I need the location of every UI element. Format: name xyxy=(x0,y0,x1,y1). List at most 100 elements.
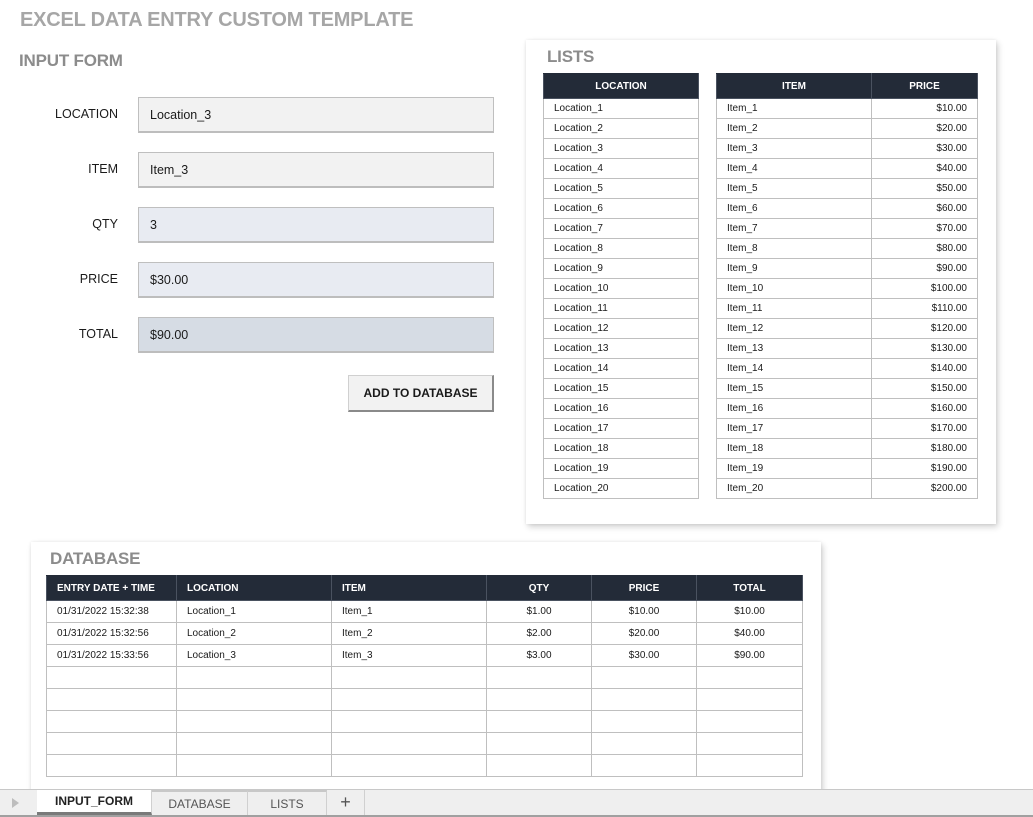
item-cell[interactable]: Item_2 xyxy=(716,118,872,139)
location-cell[interactable]: Location_4 xyxy=(543,158,699,179)
price-cell[interactable]: $20.00 xyxy=(591,622,697,645)
location-cell[interactable]: Location_20 xyxy=(543,478,699,499)
location-cell[interactable]: Location_2 xyxy=(176,622,332,645)
item-cell[interactable]: Item_12 xyxy=(716,318,872,339)
tab-lists[interactable]: LISTS xyxy=(248,790,327,815)
price-cell[interactable]: $160.00 xyxy=(871,398,978,419)
price-cell[interactable]: $10.00 xyxy=(871,98,978,119)
price-cell[interactable]: $190.00 xyxy=(871,458,978,479)
price-cell[interactable]: $40.00 xyxy=(871,158,978,179)
location-cell[interactable]: Location_15 xyxy=(543,378,699,399)
entry-date-cell[interactable] xyxy=(46,666,177,689)
price-cell[interactable]: $100.00 xyxy=(871,278,978,299)
qty-cell[interactable] xyxy=(486,666,592,689)
qty-field[interactable]: 3 xyxy=(138,207,494,243)
item-cell[interactable]: Item_19 xyxy=(716,458,872,479)
location-cell[interactable] xyxy=(176,710,332,733)
scroll-tabs-arrow-icon[interactable] xyxy=(12,798,19,808)
item-cell[interactable]: Item_17 xyxy=(716,418,872,439)
price-cell[interactable]: $150.00 xyxy=(871,378,978,399)
total-cell[interactable]: $40.00 xyxy=(696,622,803,645)
item-cell[interactable]: Item_5 xyxy=(716,178,872,199)
location-cell[interactable]: Location_9 xyxy=(543,258,699,279)
qty-cell[interactable]: $2.00 xyxy=(486,622,592,645)
item-cell[interactable]: Item_3 xyxy=(331,644,487,667)
location-cell[interactable]: Location_19 xyxy=(543,458,699,479)
qty-cell[interactable]: $1.00 xyxy=(486,600,592,623)
item-cell[interactable] xyxy=(331,710,487,733)
total-cell[interactable]: $10.00 xyxy=(696,600,803,623)
location-cell[interactable]: Location_17 xyxy=(543,418,699,439)
price-cell[interactable]: $70.00 xyxy=(871,218,978,239)
item-cell[interactable]: Item_1 xyxy=(331,600,487,623)
item-cell[interactable] xyxy=(331,666,487,689)
price-cell[interactable]: $10.00 xyxy=(591,600,697,623)
price-cell[interactable]: $170.00 xyxy=(871,418,978,439)
item-cell[interactable]: Item_2 xyxy=(331,622,487,645)
location-cell[interactable]: Location_8 xyxy=(543,238,699,259)
location-cell[interactable]: Location_1 xyxy=(176,600,332,623)
entry-date-cell[interactable] xyxy=(46,710,177,733)
item-cell[interactable]: Item_14 xyxy=(716,358,872,379)
price-cell[interactable]: $80.00 xyxy=(871,238,978,259)
location-cell[interactable]: Location_12 xyxy=(543,318,699,339)
location-cell[interactable]: Location_18 xyxy=(543,438,699,459)
item-cell[interactable]: Item_13 xyxy=(716,338,872,359)
location-cell[interactable]: Location_11 xyxy=(543,298,699,319)
item-cell[interactable]: Item_18 xyxy=(716,438,872,459)
qty-cell[interactable] xyxy=(486,688,592,711)
qty-cell[interactable] xyxy=(486,754,592,777)
item-cell[interactable]: Item_20 xyxy=(716,478,872,499)
item-cell[interactable]: Item_1 xyxy=(716,98,872,119)
price-cell[interactable] xyxy=(591,732,697,755)
price-cell[interactable]: $90.00 xyxy=(871,258,978,279)
location-cell[interactable]: Location_3 xyxy=(543,138,699,159)
total-field[interactable]: $90.00 xyxy=(138,317,494,353)
price-cell[interactable]: $20.00 xyxy=(871,118,978,139)
entry-date-cell[interactable]: 01/31/2022 15:32:38 xyxy=(46,600,177,623)
price-cell[interactable] xyxy=(591,688,697,711)
location-cell[interactable] xyxy=(176,732,332,755)
price-field[interactable]: $30.00 xyxy=(138,262,494,298)
price-cell[interactable]: $30.00 xyxy=(871,138,978,159)
item-cell[interactable]: Item_9 xyxy=(716,258,872,279)
price-cell[interactable]: $30.00 xyxy=(591,644,697,667)
price-cell[interactable]: $200.00 xyxy=(871,478,978,499)
total-cell[interactable] xyxy=(696,688,803,711)
location-cell[interactable]: Location_6 xyxy=(543,198,699,219)
price-cell[interactable]: $180.00 xyxy=(871,438,978,459)
entry-date-cell[interactable] xyxy=(46,732,177,755)
price-cell[interactable]: $110.00 xyxy=(871,298,978,319)
location-cell[interactable]: Location_5 xyxy=(543,178,699,199)
entry-date-cell[interactable]: 01/31/2022 15:33:56 xyxy=(46,644,177,667)
location-field[interactable]: Location_3 xyxy=(138,97,494,133)
price-cell[interactable] xyxy=(591,666,697,689)
item-cell[interactable] xyxy=(331,754,487,777)
total-cell[interactable] xyxy=(696,732,803,755)
tab-input-form[interactable]: INPUT_FORM xyxy=(37,790,152,815)
total-cell[interactable] xyxy=(696,754,803,777)
item-cell[interactable]: Item_16 xyxy=(716,398,872,419)
item-field[interactable]: Item_3 xyxy=(138,152,494,188)
item-cell[interactable] xyxy=(331,688,487,711)
item-cell[interactable]: Item_8 xyxy=(716,238,872,259)
price-cell[interactable] xyxy=(591,754,697,777)
entry-date-cell[interactable] xyxy=(46,754,177,777)
qty-cell[interactable]: $3.00 xyxy=(486,644,592,667)
price-cell[interactable]: $140.00 xyxy=(871,358,978,379)
item-cell[interactable]: Item_7 xyxy=(716,218,872,239)
location-cell[interactable]: Location_3 xyxy=(176,644,332,667)
item-cell[interactable]: Item_11 xyxy=(716,298,872,319)
location-cell[interactable]: Location_1 xyxy=(543,98,699,119)
location-cell[interactable]: Location_13 xyxy=(543,338,699,359)
entry-date-cell[interactable] xyxy=(46,688,177,711)
add-sheet-button[interactable]: + xyxy=(327,790,365,815)
item-cell[interactable] xyxy=(331,732,487,755)
entry-date-cell[interactable]: 01/31/2022 15:32:56 xyxy=(46,622,177,645)
tab-database[interactable]: DATABASE xyxy=(152,790,248,815)
item-cell[interactable]: Item_3 xyxy=(716,138,872,159)
location-cell[interactable]: Location_7 xyxy=(543,218,699,239)
price-cell[interactable]: $130.00 xyxy=(871,338,978,359)
price-cell[interactable] xyxy=(591,710,697,733)
total-cell[interactable]: $90.00 xyxy=(696,644,803,667)
